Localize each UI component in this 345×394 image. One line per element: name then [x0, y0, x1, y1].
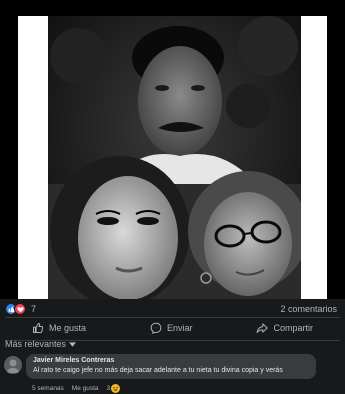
post-photo-area [0, 0, 345, 299]
comment-reaction-count: 3 [106, 385, 111, 392]
comment-text: Al rato te caigo jefe no más deja sacar … [33, 367, 283, 374]
comments-count[interactable]: 2 comentarios [280, 304, 337, 314]
send-button[interactable]: Enviar [150, 322, 193, 334]
like-label: Me gusta [48, 323, 87, 333]
haha-icon [111, 384, 121, 393]
share-icon [257, 323, 269, 333]
comment-time[interactable]: 5 semanas [32, 385, 64, 392]
comment-like-button[interactable]: Me gusta [72, 385, 99, 392]
comment-meta: 5 semanas Me gusta 3 [32, 384, 121, 393]
thumbs-up-icon [32, 323, 44, 333]
comment-sort-dropdown[interactable]: Más relevantes [5, 339, 77, 349]
reactions-summary[interactable]: 7 [5, 303, 36, 315]
share-label: Compartir [273, 323, 313, 333]
send-label: Enviar [166, 323, 193, 333]
comment-bubble: Javier Mireles Contreras Al rato te caig… [26, 354, 316, 379]
comment-author[interactable]: Javier Mireles Contreras [33, 357, 309, 364]
avatar[interactable] [4, 356, 22, 374]
photo-frame [18, 16, 327, 299]
action-bar: Me gusta Enviar Compartir [0, 316, 345, 340]
like-button[interactable]: Me gusta [32, 322, 86, 334]
share-button[interactable]: Compartir [256, 322, 313, 334]
love-icon [14, 303, 26, 315]
caret-down-icon [69, 341, 77, 347]
reaction-count: 7 [31, 304, 37, 314]
messenger-icon [150, 322, 162, 334]
comment-reactions[interactable]: 3 [107, 384, 121, 393]
post-photo[interactable] [48, 16, 301, 299]
sort-label: Más relevantes [5, 339, 67, 349]
collage-image [48, 16, 301, 299]
